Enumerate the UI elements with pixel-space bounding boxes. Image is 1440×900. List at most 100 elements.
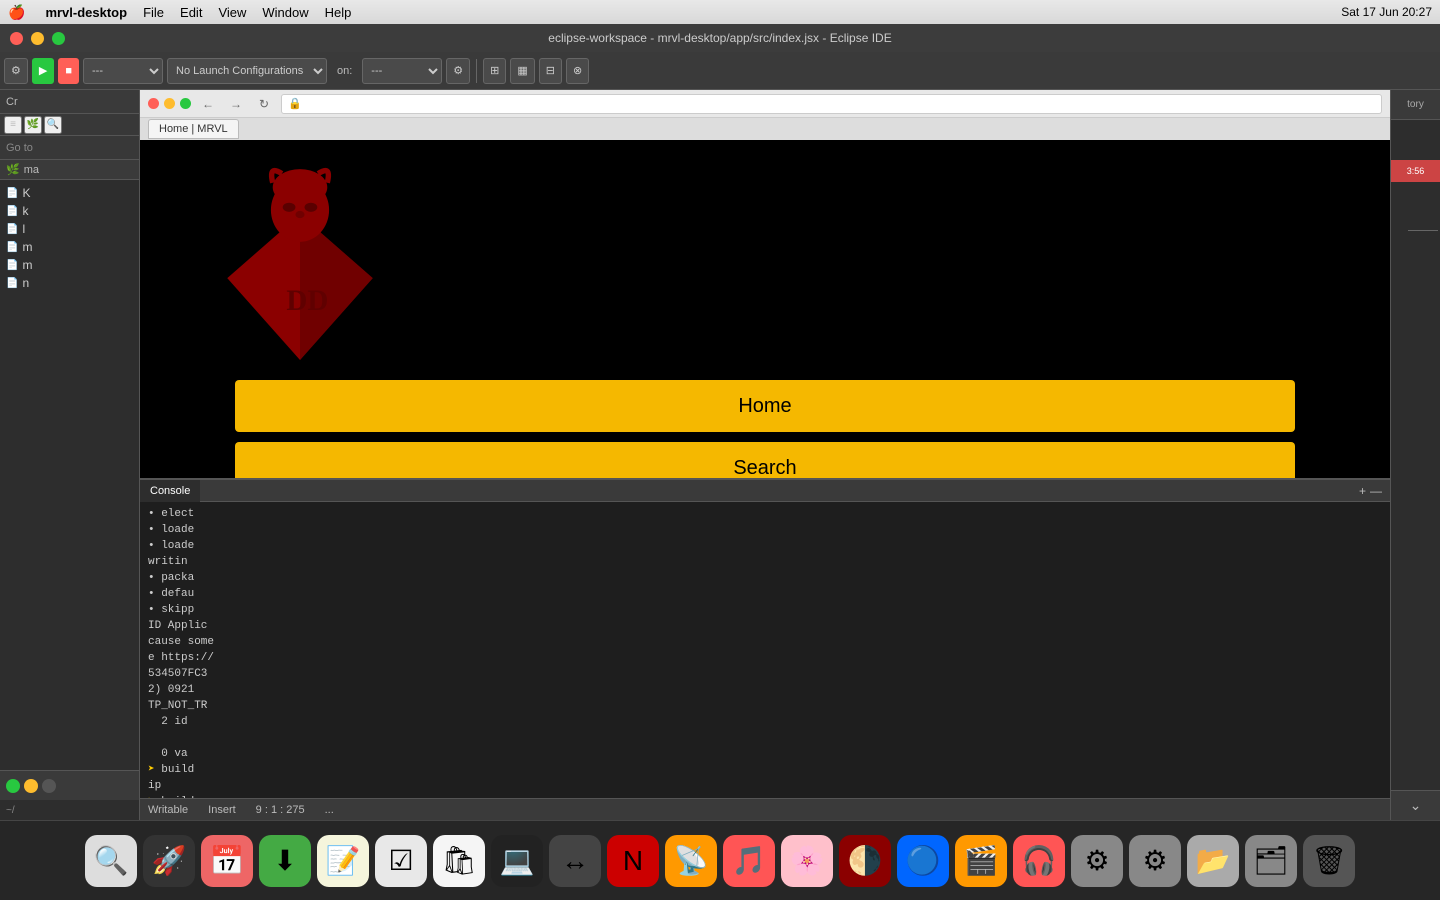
divider-line bbox=[1408, 230, 1438, 231]
history-content: 3:56 bbox=[1391, 120, 1440, 790]
dock-icon-notes[interactable]: 📝 bbox=[317, 835, 369, 887]
file-label-4: m bbox=[22, 240, 32, 254]
console-output: elect loade loade writin packa defau ski… bbox=[140, 502, 1390, 798]
dock-icon-pixelmator[interactable]: 🌸 bbox=[781, 835, 833, 887]
toolbar-btn3[interactable]: ⊟ bbox=[539, 58, 562, 84]
home-nav-button[interactable]: Home bbox=[235, 380, 1295, 432]
list-item[interactable]: 📄 m bbox=[0, 256, 139, 274]
list-item[interactable]: 📄 K bbox=[0, 184, 139, 202]
dock-icon-transit[interactable]: ↔ bbox=[549, 835, 601, 887]
dock-icon-terminal[interactable]: 💻 bbox=[491, 835, 543, 887]
console-line: build bbox=[148, 762, 1382, 778]
list-item[interactable]: 📄 l bbox=[0, 220, 139, 238]
list-item[interactable]: 📄 m bbox=[0, 238, 139, 256]
dock-icon-lastfm[interactable]: 🎵 bbox=[723, 835, 775, 887]
browser-close-btn[interactable] bbox=[148, 98, 159, 109]
file-icon-n: 📄 bbox=[6, 278, 18, 289]
dock-icon-reminders[interactable]: ☑ bbox=[375, 835, 427, 887]
browser-max-btn[interactable] bbox=[180, 98, 191, 109]
toolbar-prefs-button[interactable]: ⚙ bbox=[446, 58, 470, 84]
history-expand-btn[interactable]: ⌄ bbox=[1410, 797, 1422, 814]
sidebar-search[interactable]: Go to bbox=[0, 136, 139, 160]
macos-dock: 🔍 🚀 📅 ⬇ 📝 ☑ 🛍 💻 ↔ N 📡 🎵 🌸 🌗 🔵 🎬 🎧 ⚙ ⚙ 📂 … bbox=[0, 820, 1440, 900]
dock-icon-trash[interactable]: 🗑 bbox=[1303, 835, 1355, 887]
window-menu-label[interactable]: Window bbox=[262, 5, 308, 20]
home-nav-label: Home bbox=[738, 395, 791, 418]
edit-menu-label[interactable]: Edit bbox=[180, 5, 202, 20]
dock-icon-eclipse[interactable]: 🌗 bbox=[839, 835, 891, 887]
dock-icon-news[interactable]: N bbox=[607, 835, 659, 887]
console-clear-btn[interactable]: + bbox=[1359, 484, 1366, 498]
sidebar-collapse-btn[interactable]: ≡ bbox=[4, 116, 22, 134]
toolbar-btn2[interactable]: ▦ bbox=[510, 58, 534, 84]
launch-config-select[interactable]: No Launch Configurations bbox=[167, 58, 327, 84]
dock-icon-settings1[interactable]: ⚙ bbox=[1071, 835, 1123, 887]
sidebar-git-branch: 🌿 ma bbox=[0, 160, 139, 180]
on-label: on: bbox=[331, 58, 358, 84]
sidebar-dot-green[interactable] bbox=[6, 779, 20, 793]
console-line: writin bbox=[148, 554, 1382, 570]
dock-icon-finder[interactable]: 🔍 bbox=[85, 835, 137, 887]
dock-icon-settings2[interactable]: ⚙ bbox=[1129, 835, 1181, 887]
browser-min-btn[interactable] bbox=[164, 98, 175, 109]
list-item[interactable]: 📄 n bbox=[0, 274, 139, 292]
browser-refresh-btn[interactable]: ↻ bbox=[253, 93, 275, 115]
console-line: loade bbox=[148, 538, 1382, 554]
list-item[interactable]: 📄 k bbox=[0, 202, 139, 220]
dock-icon-filemanager[interactable]: 🗂 bbox=[1245, 835, 1297, 887]
dock-icon-bluetooth[interactable]: 🔵 bbox=[897, 835, 949, 887]
toolbar-stop-button[interactable]: ■ bbox=[58, 58, 79, 84]
browser-forward-btn[interactable]: → bbox=[225, 93, 247, 115]
dock-icon-calendar[interactable]: 📅 bbox=[201, 835, 253, 887]
dock-icon-rss[interactable]: 📡 bbox=[665, 835, 717, 887]
run-config-select[interactable]: --- bbox=[83, 58, 163, 84]
dock-icon-music[interactable]: 🎧 bbox=[1013, 835, 1065, 887]
console-line: ID Applic bbox=[148, 618, 1382, 634]
sidebar-dot-yellow[interactable] bbox=[24, 779, 38, 793]
console-line: e https:// bbox=[148, 650, 1382, 666]
hero-image: DD bbox=[200, 160, 400, 360]
sidebar-git-btn[interactable]: 🌿 bbox=[24, 116, 42, 134]
browser-traffic-lights bbox=[148, 98, 191, 109]
search-nav-button[interactable]: Search bbox=[235, 442, 1295, 478]
minimize-window-button[interactable] bbox=[31, 32, 44, 45]
history-bottom: ⌄ bbox=[1391, 790, 1440, 820]
maximize-window-button[interactable] bbox=[52, 32, 65, 45]
toolbar-btn4[interactable]: ⊗ bbox=[566, 58, 589, 84]
toolbar-layout-button[interactable]: ⊞ bbox=[483, 58, 506, 84]
console-line: 0 va bbox=[148, 746, 1382, 762]
dock-icon-vlc[interactable]: 🎬 bbox=[955, 835, 1007, 887]
sidebar-dot-gray[interactable] bbox=[42, 779, 56, 793]
toolbar-settings-button[interactable]: ⚙ bbox=[4, 58, 28, 84]
view-menu-label[interactable]: View bbox=[218, 5, 246, 20]
toolbar-sep1 bbox=[476, 59, 477, 83]
close-window-button[interactable] bbox=[10, 32, 23, 45]
dock-icon-files[interactable]: 📂 bbox=[1187, 835, 1239, 887]
console-close-btn[interactable]: — bbox=[1370, 484, 1382, 498]
browser-back-btn[interactable]: ← bbox=[197, 93, 219, 115]
file-icon-l: 📄 bbox=[6, 224, 18, 235]
help-menu-label[interactable]: Help bbox=[325, 5, 352, 20]
file-label-3: l bbox=[22, 222, 25, 236]
macos-menubar: 🍎 mrvl-desktop eclipse-workspace - mrvl-… bbox=[0, 0, 1440, 24]
apple-menu[interactable]: 🍎 bbox=[8, 4, 25, 21]
target-select[interactable]: --- bbox=[362, 58, 442, 84]
console-line bbox=[148, 730, 1382, 746]
file-label-2: k bbox=[22, 204, 28, 218]
browser-url-bar[interactable]: 🔒 bbox=[281, 94, 1382, 114]
browser-nav-bar: ← → ↻ 🔒 bbox=[140, 90, 1390, 118]
file-label: K bbox=[22, 186, 30, 200]
dock-icon-appstore[interactable]: 🛍 bbox=[433, 835, 485, 887]
app-name[interactable]: mrvl-desktop bbox=[45, 5, 127, 20]
eclipse-console-panel: Console + — elect loade loade writin pac… bbox=[140, 478, 1390, 798]
dock-icon-launchpad[interactable]: 🚀 bbox=[143, 835, 195, 887]
dock-icon-torrent[interactable]: ⬇ bbox=[259, 835, 311, 887]
console-tab[interactable]: Console bbox=[140, 480, 200, 502]
browser-tab-label: Home | MRVL bbox=[159, 123, 228, 135]
git-branch-icon: 🌿 bbox=[6, 163, 20, 176]
browser-tab[interactable]: Home | MRVL bbox=[148, 119, 239, 139]
file-menu-label[interactable]: File bbox=[143, 5, 164, 20]
file-label-5: m bbox=[22, 258, 32, 272]
sidebar-search-btn[interactable]: 🔍 bbox=[44, 116, 62, 134]
toolbar-run-button[interactable]: ▶ bbox=[32, 58, 54, 84]
